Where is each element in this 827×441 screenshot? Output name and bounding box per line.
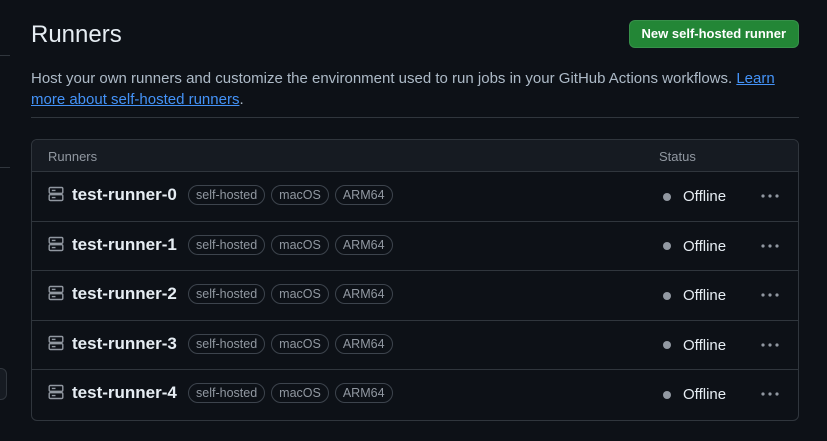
runner-menu-button[interactable] (758, 333, 782, 357)
status-dot-icon (663, 291, 671, 300)
runner-label-chip: ARM64 (334, 333, 393, 354)
status-text: Offline (683, 287, 727, 304)
status-dot-icon (663, 341, 671, 349)
runner-menu-button[interactable] (758, 234, 782, 258)
page-description: Host your own runners and customize the … (31, 68, 799, 110)
runner-label-chip: self-hosted (188, 234, 266, 255)
runner-labels: self-hosted macOS ARM64 (188, 234, 393, 255)
sidebar-collapsed-item[interactable] (0, 368, 7, 400)
runner-label-chip: macOS (271, 333, 329, 354)
runner-menu-button[interactable] (758, 283, 782, 307)
status-text: Offline (683, 188, 727, 205)
description-text: Host your own runners and customize the … (31, 70, 737, 87)
sidebar-edge (0, 0, 10, 441)
kebab-horizontal-icon (761, 293, 779, 297)
runner-name-link[interactable]: test-runner-2 (72, 284, 177, 304)
runner-name-link[interactable]: test-runner-1 (72, 235, 177, 255)
section-divider (31, 117, 799, 118)
runner-label-chip: self-hosted (188, 383, 266, 403)
column-header-runners: Runners (48, 149, 98, 164)
runner-label-chip: ARM64 (334, 383, 393, 403)
server-icon (48, 384, 64, 400)
status-text: Offline (683, 386, 727, 403)
status-text: Offline (683, 237, 727, 255)
kebab-horizontal-icon (761, 194, 779, 198)
runner-status: Offline (663, 287, 726, 304)
runner-status: Offline (663, 386, 726, 403)
kebab-horizontal-icon (761, 392, 779, 396)
runner-menu-button[interactable] (758, 382, 782, 406)
runner-label-chip: self-hosted (188, 333, 266, 354)
table-header: Runners Status (32, 140, 798, 172)
runner-labels: self-hosted macOS ARM64 (188, 333, 393, 354)
runner-label-chip: macOS (271, 383, 329, 403)
runner-label-chip: macOS (271, 234, 329, 255)
new-self-hosted-runner-button[interactable]: New self-hosted runner (628, 20, 799, 48)
description-suffix: . (239, 91, 244, 108)
runner-menu-button[interactable] (758, 184, 782, 208)
runner-row: test-runner-1 self-hosted macOS ARM64 Offl… (32, 222, 798, 271)
runner-name-link[interactable]: test-runner-0 (72, 185, 177, 205)
runner-row: test-runner-0 self-hosted macOS ARM64 Offl… (32, 172, 798, 222)
runners-table: Runners Status test-runner-0 self-hosted… (31, 139, 799, 421)
runner-row: test-runner-3 self-hosted macOS ARM64 Offl… (32, 321, 798, 370)
runner-labels: self-hosted macOS ARM64 (188, 185, 393, 205)
server-icon (48, 236, 64, 252)
runner-status: Offline (663, 188, 726, 205)
server-icon (48, 285, 64, 301)
runner-row: test-runner-4 self-hosted macOS ARM64 Offl… (32, 370, 798, 420)
runner-status: Offline (663, 238, 726, 255)
runner-name-link[interactable]: test-runner-3 (72, 334, 177, 354)
sidebar-divider (0, 167, 10, 168)
kebab-horizontal-icon (761, 342, 779, 347)
runner-label-chip: macOS (271, 284, 329, 304)
server-icon (48, 186, 64, 202)
kebab-horizontal-icon (761, 243, 779, 248)
runner-label-chip: macOS (271, 185, 329, 205)
runner-label-chip: ARM64 (334, 284, 393, 304)
status-text: Offline (683, 336, 727, 354)
runner-label-chip: self-hosted (188, 185, 266, 205)
runner-name-link[interactable]: test-runner-4 (72, 383, 177, 403)
runner-list: test-runner-0 self-hosted macOS ARM64 Offl… (32, 172, 798, 420)
page-title: Runners (31, 21, 122, 48)
sidebar-divider (0, 55, 10, 56)
runner-label-chip: ARM64 (334, 234, 393, 255)
status-dot-icon (663, 242, 671, 250)
server-icon (48, 335, 64, 351)
status-dot-icon (663, 192, 671, 201)
page-header: Runners New self-hosted runner (31, 20, 799, 50)
runner-label-chip: ARM64 (334, 185, 393, 205)
runner-labels: self-hosted macOS ARM64 (188, 383, 393, 403)
runner-row: test-runner-2 self-hosted macOS ARM64 Offl… (32, 271, 798, 321)
runner-status: Offline (663, 337, 726, 354)
runner-labels: self-hosted macOS ARM64 (188, 284, 393, 304)
column-header-status: Status (659, 149, 696, 164)
status-dot-icon (663, 390, 671, 399)
runner-label-chip: self-hosted (188, 284, 266, 304)
